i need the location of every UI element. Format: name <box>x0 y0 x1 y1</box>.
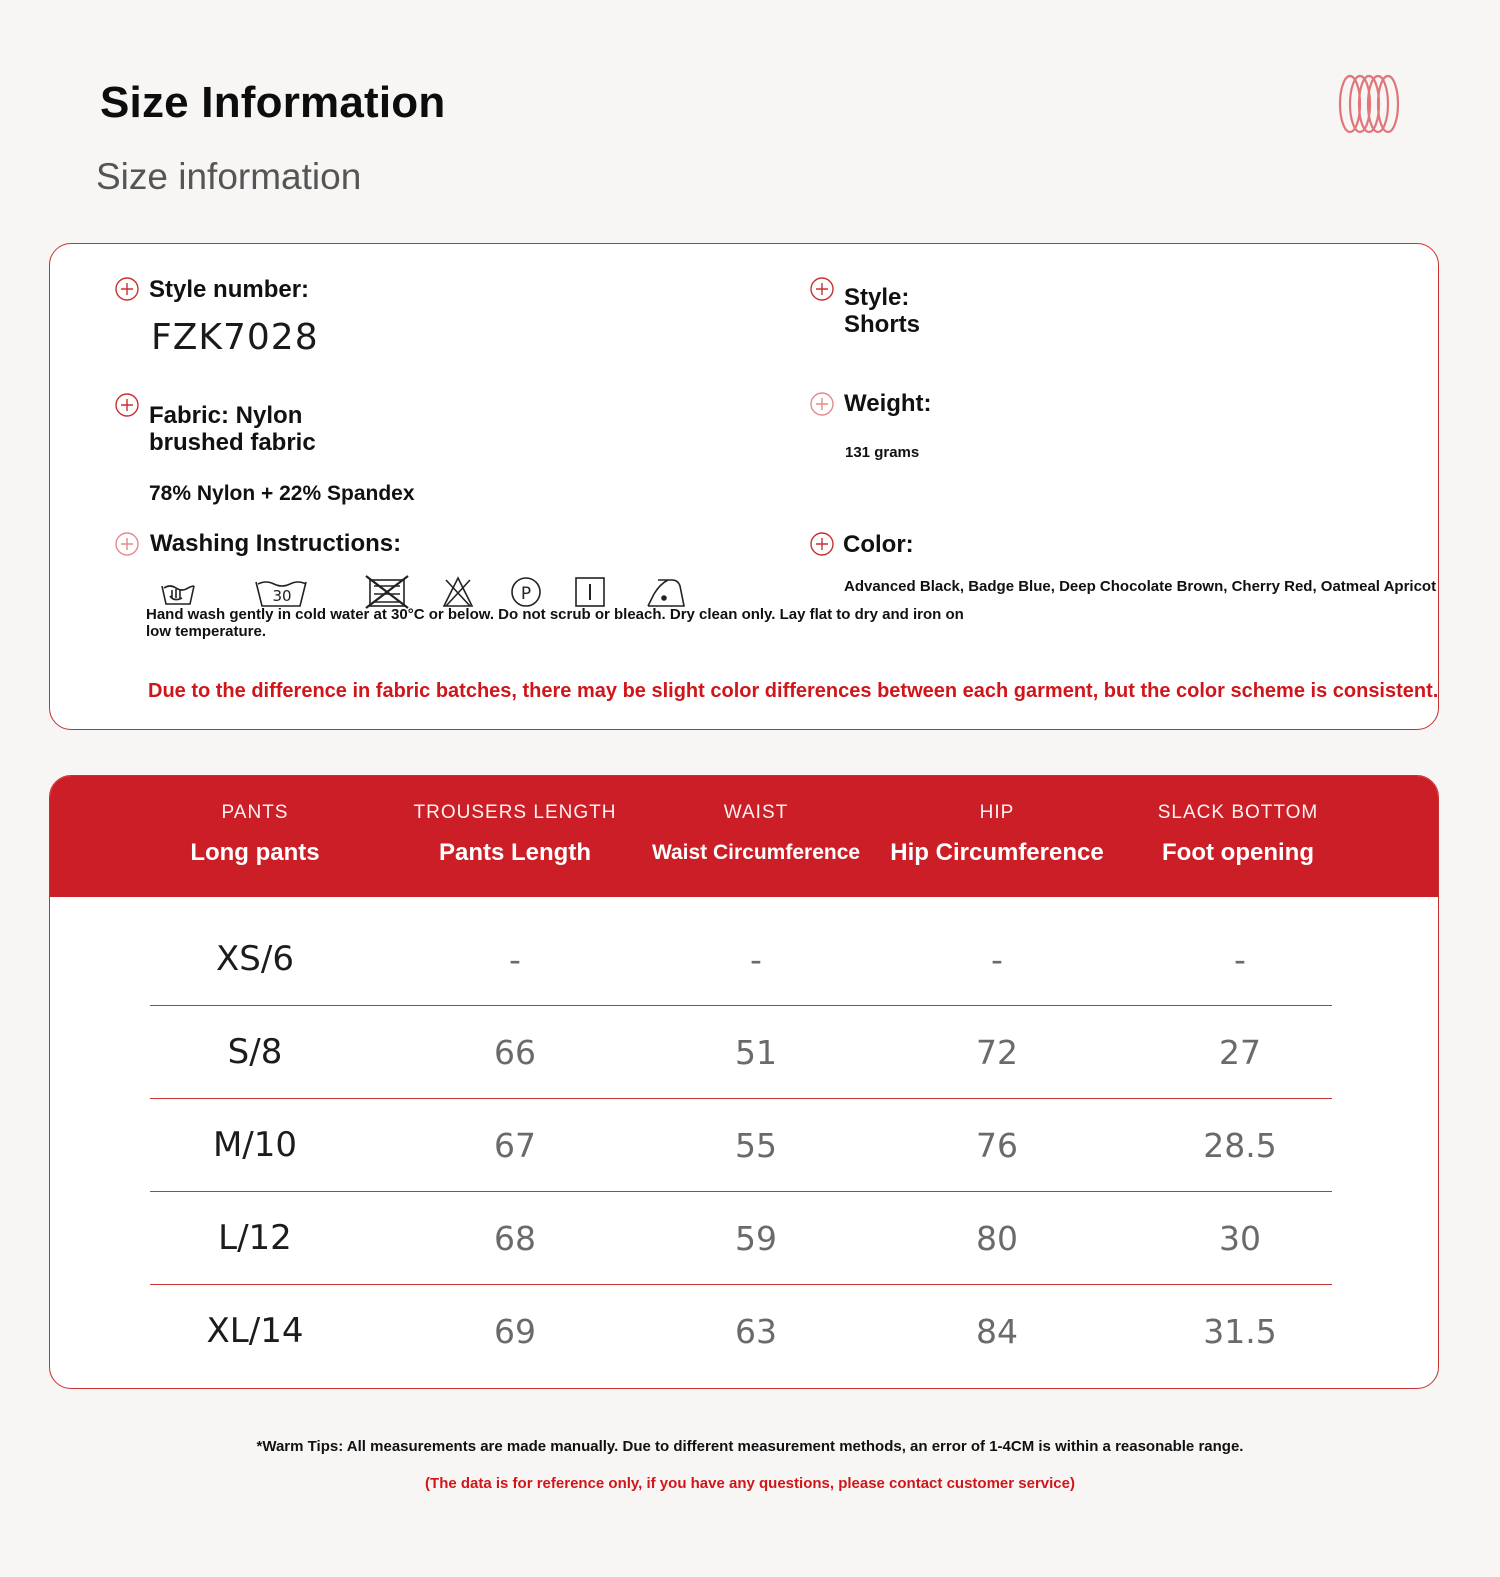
column-header-label: Hip Circumference <box>890 839 1104 866</box>
length-cell: 69 <box>494 1312 536 1351</box>
size-cell: M/10 <box>212 1125 298 1165</box>
hip-cell: - <box>991 940 1003 979</box>
color-value: Advanced Black, Badge Blue, Deep Chocola… <box>844 578 1437 595</box>
plus-circle-icon <box>115 532 139 556</box>
column-header-label: Pants Length <box>438 839 591 866</box>
dry-clean-letter: P <box>521 584 531 604</box>
waist-cell: 59 <box>735 1219 777 1258</box>
size-cell: S/8 <box>227 1032 283 1072</box>
washing-instructions-text: Hand wash gently in cold water at 30°C o… <box>146 606 964 640</box>
column-header-en: HIP <box>979 802 1015 823</box>
size-table-header: PANTS Long pants TROUSERS LENGTH Pants L… <box>50 776 1438 897</box>
style-label-block: Style: Shorts <box>844 284 920 338</box>
foot-opening-cell: 27 <box>1219 1033 1261 1072</box>
column-header-en: SLACK BOTTOM <box>1157 802 1319 823</box>
rings-logo-icon <box>1338 74 1400 134</box>
size-cell: XS/6 <box>216 939 294 979</box>
foot-opening-cell: 28.5 <box>1203 1126 1277 1165</box>
size-cell: L/12 <box>218 1218 292 1258</box>
size-cell: XL/14 <box>206 1311 304 1351</box>
reference-note: (The data is for reference only, if you … <box>425 1475 1075 1492</box>
hand-wash-icon <box>161 585 195 605</box>
fabric-label-line1: Fabric: Nylon <box>149 402 303 429</box>
style-value: Shorts <box>844 311 921 338</box>
page-subtitle: Size information <box>96 156 362 197</box>
plus-circle-icon <box>115 277 139 301</box>
foot-opening-cell: - <box>1234 940 1246 979</box>
column-header-en: PANTS <box>221 802 289 823</box>
plus-circle-icon <box>115 393 139 417</box>
size-table: PANTS Long pants TROUSERS LENGTH Pants L… <box>49 775 1439 1389</box>
waist-cell: 63 <box>735 1312 777 1351</box>
fabric-composition: 78% Nylon + 22% Spandex <box>149 482 415 505</box>
washing-care-icons: 30 P <box>161 575 685 609</box>
hip-cell: 76 <box>976 1126 1018 1165</box>
table-row: L/12 68 59 80 30 <box>150 1192 1332 1285</box>
table-row: XL/14 69 63 84 31.5 <box>150 1285 1332 1378</box>
plus-circle-icon <box>810 277 834 301</box>
waist-cell: 51 <box>735 1033 777 1072</box>
length-cell: - <box>509 940 521 979</box>
do-not-tumble-dry-icon <box>365 575 409 609</box>
style-number-label: Style number: <box>149 276 310 303</box>
plus-circle-icon <box>810 532 834 556</box>
plus-circle-icon <box>810 392 834 416</box>
column-header-en: TROUSERS LENGTH <box>413 802 617 823</box>
hip-cell: 84 <box>976 1312 1018 1351</box>
wash-temperature-label: 30 <box>272 587 291 605</box>
waist-cell: - <box>750 940 762 979</box>
washing-label: Washing Instructions: <box>150 530 402 557</box>
hip-cell: 72 <box>976 1033 1018 1072</box>
page-title: Size Information <box>100 78 446 127</box>
iron-low-icon <box>647 579 685 607</box>
foot-opening-cell: 31.5 <box>1203 1312 1277 1351</box>
weight-value: 131 grams <box>845 444 920 461</box>
product-info-card: Style number: FZK7028 Fabric: Nylon brus… <box>49 243 1439 730</box>
column-header-en: WAIST <box>723 802 789 823</box>
fabric-label-line2: brushed fabric <box>149 429 316 456</box>
hip-cell: 80 <box>976 1219 1018 1258</box>
color-notice: Due to the difference in fabric batches,… <box>148 680 1439 702</box>
style-number-value: FZK7028 <box>151 317 319 358</box>
weight-label: Weight: <box>844 390 932 417</box>
foot-opening-cell: 30 <box>1219 1219 1261 1258</box>
color-label: Color: <box>843 531 914 558</box>
table-row: S/8 66 51 72 27 <box>150 1006 1332 1099</box>
column-header-label: Foot opening <box>1162 839 1314 866</box>
length-cell: 67 <box>494 1126 536 1165</box>
fabric-label: Fabric: Nylon brushed fabric <box>149 402 316 456</box>
table-row: XS/6 - - - - <box>150 913 1332 1006</box>
do-not-bleach-icon <box>442 576 474 607</box>
table-row: M/10 67 55 76 28.5 <box>150 1099 1332 1192</box>
length-cell: 66 <box>494 1033 536 1072</box>
warm-tips: *Warm Tips: All measurements are made ma… <box>256 1438 1244 1455</box>
style-label: Style: <box>844 284 910 311</box>
column-header-label: Waist Circumference <box>651 841 861 864</box>
column-header-label: Long pants <box>190 839 320 866</box>
waist-cell: 55 <box>735 1126 777 1165</box>
line-dry-icon <box>575 577 605 607</box>
length-cell: 68 <box>494 1219 536 1258</box>
